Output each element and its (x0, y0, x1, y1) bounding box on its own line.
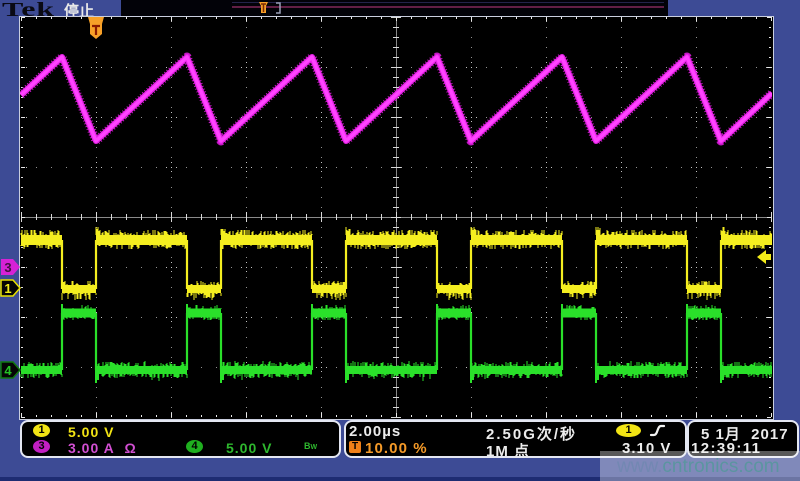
svg-text:1: 1 (4, 281, 11, 296)
svg-text:3: 3 (4, 260, 11, 275)
svg-text:4: 4 (4, 363, 12, 378)
